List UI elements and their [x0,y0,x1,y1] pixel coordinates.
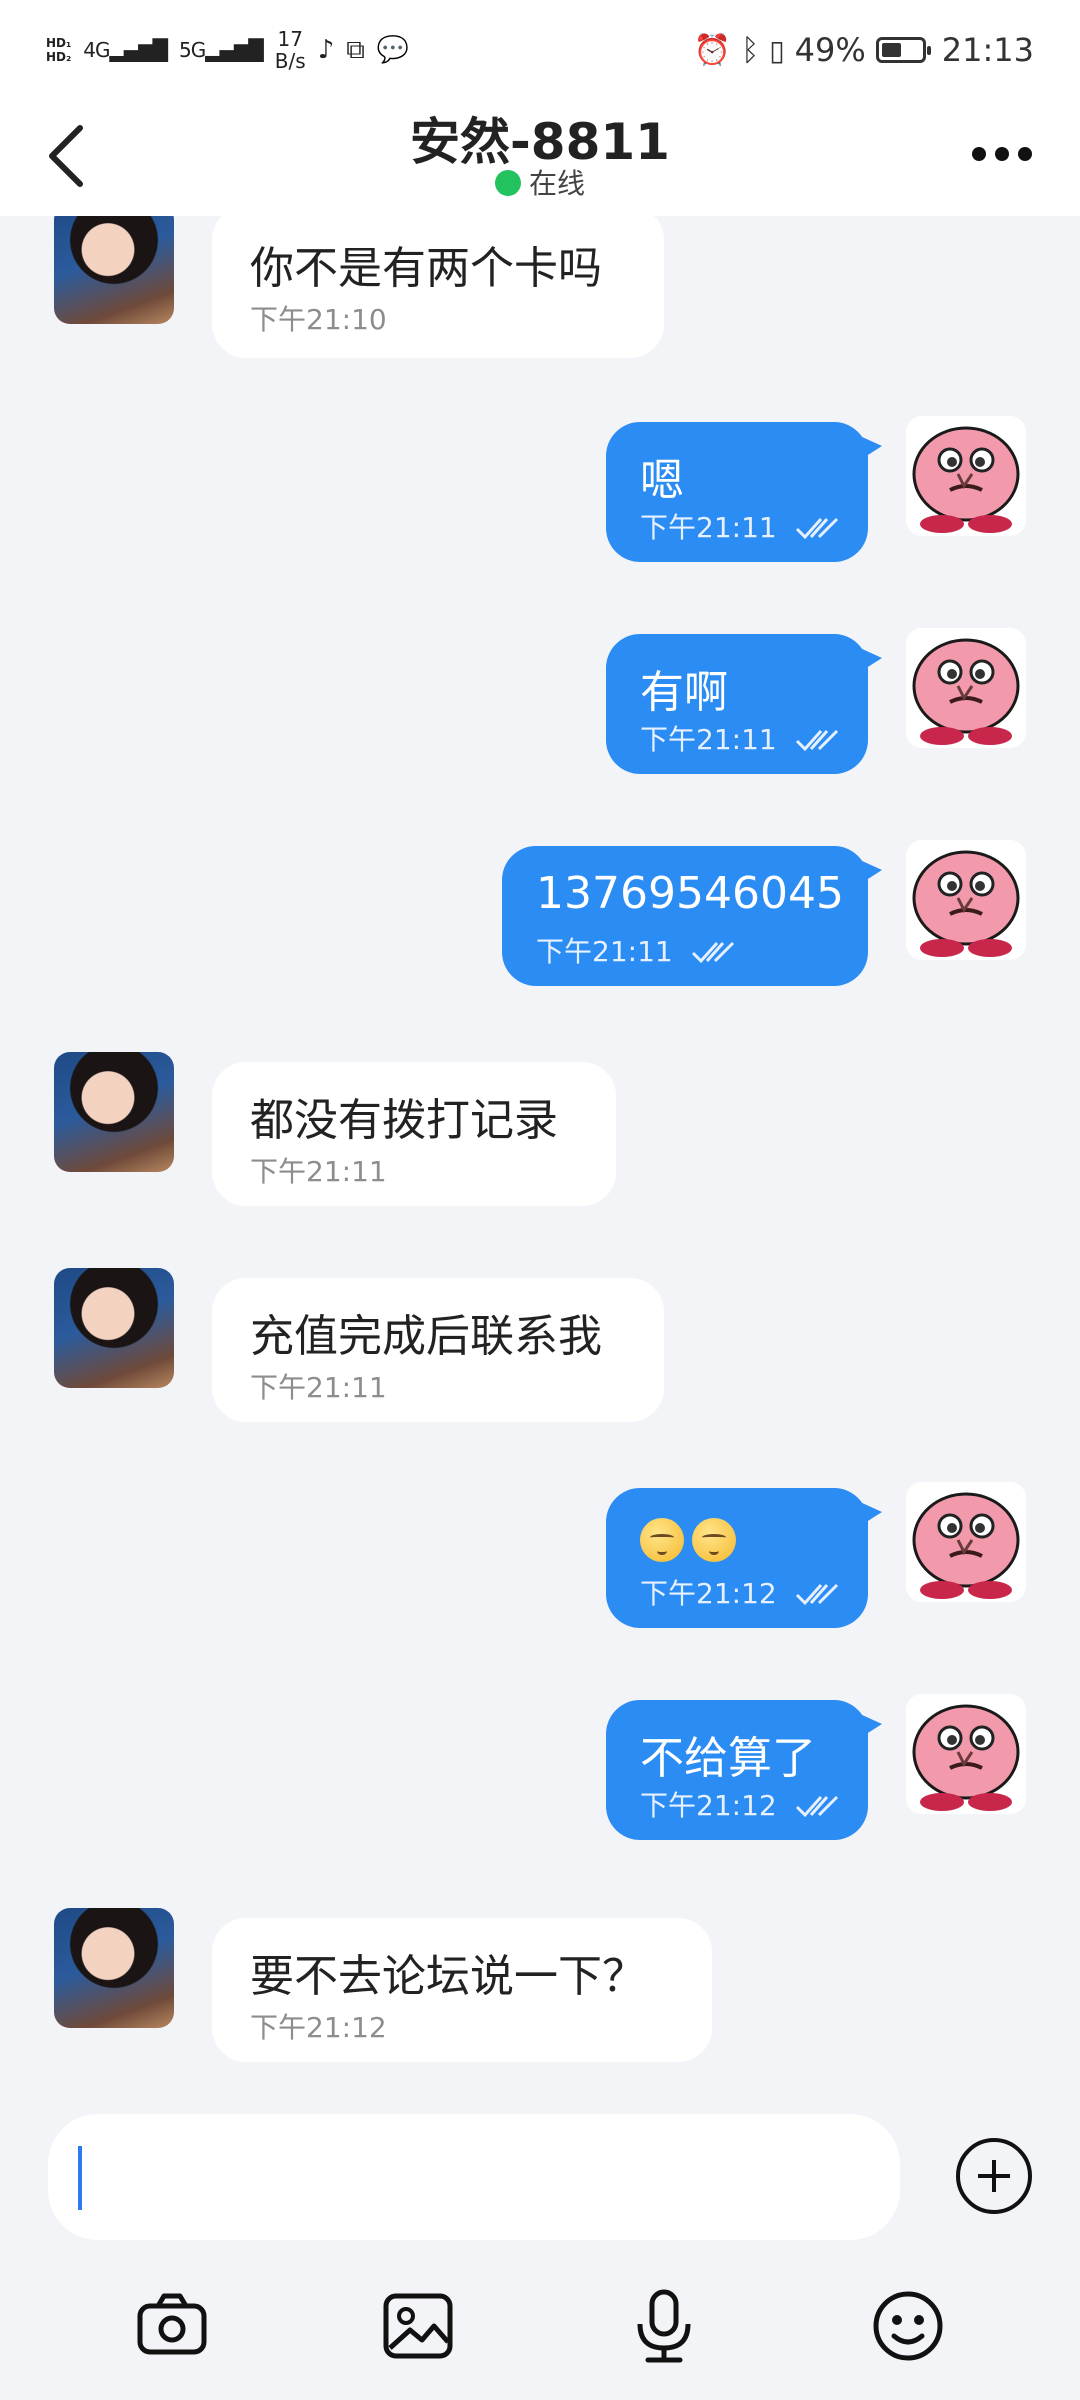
message-text: 你不是有两个卡吗 [250,243,602,294]
message-outgoing: 下午21:12 [0,1482,1080,1632]
message-outgoing: 不给算了 下午21:12 [0,1694,1080,1844]
message-outgoing: 13769546045 下午21:11 [0,840,1080,990]
bluetooth-icon: ᛒ [741,32,760,68]
signal-5g-icon: 5G▂▄▆█ [179,38,264,62]
emoji-button[interactable] [868,2286,948,2366]
plus-icon[interactable] [956,2138,1032,2214]
message-bubble[interactable]: 下午21:12 [606,1488,882,1628]
message-text: 13769546045 [536,868,844,919]
message-input[interactable] [48,2114,900,2240]
status-left: HD₁ HD₂ 4G▂▄▆█ 5G▂▄▆█ 17 B/s ♪ ⧉ 💬 [46,22,409,78]
status-bar: HD₁ HD₂ 4G▂▄▆█ 5G▂▄▆█ 17 B/s ♪ ⧉ 💬 ⏰ ᛒ ▯… [0,0,1080,96]
more-dot-icon [972,147,986,161]
message-bubble[interactable]: 13769546045 下午21:11 [502,846,882,986]
read-receipt-icon [795,729,838,752]
camera-button[interactable] [132,2286,212,2366]
network-speed: 17 B/s [274,27,306,73]
message-outgoing: 有啊 下午21:11 [0,628,1080,778]
message-text: 有啊 [640,667,728,718]
contact-avatar[interactable] [54,216,174,324]
contact-avatar[interactable] [54,1052,174,1172]
my-avatar[interactable] [906,628,1026,748]
microphone-icon [637,2289,691,2363]
clock: 21:13 [941,31,1034,69]
message-incoming: 你不是有两个卡吗 下午21:10 [0,216,1080,366]
my-avatar[interactable] [906,416,1026,536]
text-caret [78,2146,82,2210]
input-bar [0,2096,1080,2400]
message-text: 嗯 [640,455,684,506]
emoji-icon [873,2291,943,2361]
message-time: 下午21:11 [250,1155,387,1188]
app-notification-icon: ⧉ [346,34,365,65]
message-incoming: 都没有拨打记录 下午21:11 [0,1052,1080,1206]
pink-kirby-meme-avatar [912,638,1020,745]
more-dot-icon [1018,147,1032,161]
image-button[interactable] [378,2286,458,2366]
pink-kirby-meme-avatar [912,1492,1020,1599]
online-dot-icon [494,170,521,196]
message-time: 下午21:11 [250,1371,387,1404]
wechat-icon: 💬 [376,35,410,65]
hd-indicator: HD₁ HD₂ [46,36,72,64]
message-incoming: 充值完成后联系我 下午21:11 [0,1268,1080,1422]
read-receipt-icon [795,1795,838,1818]
message-time: 下午21:12 [250,2011,387,2044]
battery-icon [875,37,931,63]
message-time: 下午21:11 [640,718,841,758]
message-outgoing: 嗯 下午21:11 [0,416,1080,566]
battery-fill [881,43,901,57]
message-text: 要不去论坛说一下？ [250,1951,646,2002]
alarm-icon: ⏰ [693,32,732,68]
message-time: 下午21:10 [250,303,387,336]
status-right: ⏰ ᛒ ▯ 49% 21:13 [694,24,1034,76]
message-text: 都没有拨打记录 [250,1095,558,1146]
pink-kirby-meme-avatar [912,1704,1020,1811]
my-avatar[interactable] [906,840,1026,960]
sleepy-face-emoji-icon [692,1518,736,1562]
read-receipt-icon [795,517,838,540]
battery-percent: 49% [794,31,866,69]
message-list[interactable]: 你不是有两个卡吗 下午21:10 嗯 下午21:11 有啊 下午21:11 13… [0,216,1080,2096]
message-bubble[interactable]: 都没有拨打记录 下午21:11 [212,1062,616,1206]
vibrate-icon: ▯ [769,33,785,67]
read-receipt-icon [795,1583,838,1606]
contact-avatar[interactable] [54,1908,174,2028]
message-bubble[interactable]: 不给算了 下午21:12 [606,1700,882,1840]
message-bubble[interactable]: 要不去论坛说一下？ 下午21:12 [212,1918,712,2062]
message-time: 下午21:12 [640,1572,841,1612]
message-incoming: 要不去论坛说一下？ 下午21:12 [0,1908,1080,2062]
message-time: 下午21:11 [640,506,841,546]
chat-header: 安然-8811 在线 [0,96,1080,216]
pink-kirby-meme-avatar [912,426,1020,533]
pink-kirby-meme-avatar [912,850,1020,957]
message-bubble[interactable]: 你不是有两个卡吗 下午21:10 [212,216,664,358]
sleepy-face-emoji-icon [640,1518,684,1562]
read-receipt-icon [691,941,734,964]
camera-icon [137,2293,207,2355]
message-bubble[interactable]: 充值完成后联系我 下午21:11 [212,1278,664,1422]
message-emoji-content [640,1512,744,1563]
message-text: 充值完成后联系我 [250,1311,602,1362]
message-time: 下午21:12 [640,1784,841,1824]
message-bubble[interactable]: 嗯 下午21:11 [606,422,882,562]
my-avatar[interactable] [906,1482,1026,1602]
contact-avatar[interactable] [54,1268,174,1388]
image-icon [383,2293,453,2359]
my-avatar[interactable] [906,1694,1026,1814]
music-icon: ♪ [317,35,335,65]
more-dot-icon [995,147,1009,161]
message-time: 下午21:11 [536,930,737,970]
online-status: 在线 [0,162,1080,202]
voice-button[interactable] [624,2286,704,2366]
more-options-button[interactable] [972,134,1042,174]
message-bubble[interactable]: 有啊 下午21:11 [606,634,882,774]
message-text: 不给算了 [640,1733,816,1784]
signal-4g-icon: 4G▂▄▆█ [83,38,168,62]
